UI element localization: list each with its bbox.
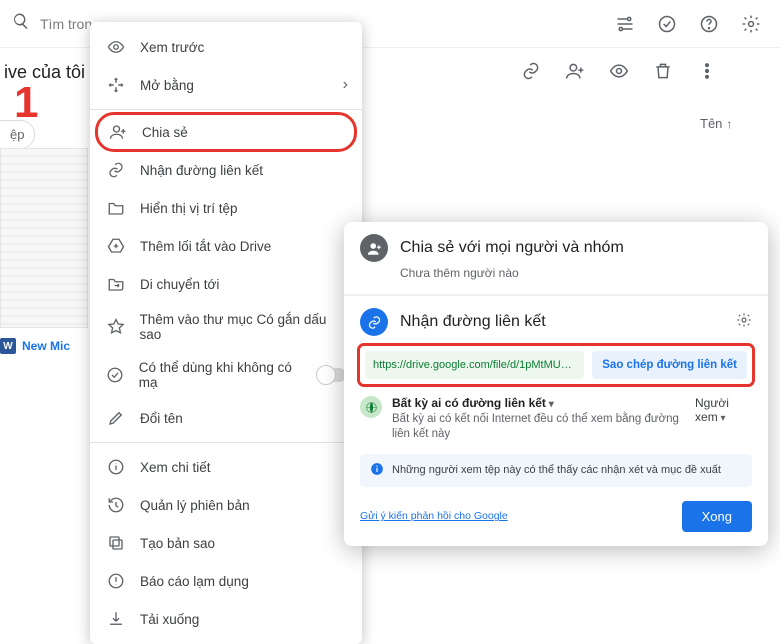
context-menu: Xem trước Mở bằng › Chia sẻ Nhận đường liên … [90,22,362,644]
step-badge-1: 1 [14,78,38,128]
share-url[interactable]: https://drive.google.com/file/d/1pMtMUeu… [365,351,584,379]
ctx-item-pencil[interactable]: Đổi tên [90,399,362,437]
link-round-icon [360,308,388,336]
copy-icon [106,533,126,553]
share-subtitle: Chưa thêm người nào [400,266,752,280]
search-icon [12,12,30,35]
chevron-right-icon: › [343,76,348,94]
download-icon [106,609,126,629]
ctx-label: Di chuyển tới [140,277,219,292]
ctx-label: Báo cáo lạm dụng [140,574,249,589]
offline-icon [106,365,125,385]
feedback-link[interactable]: Gửi ý kiến phản hồi cho Google [360,510,508,522]
ctx-item-report[interactable]: Báo cáo lạm dụng [90,562,362,600]
ctx-item-person-add[interactable]: Chia sẻ [98,115,354,149]
column-header-name[interactable]: Tên [700,116,732,131]
ctx-label: Xem trước [140,40,204,55]
info-icon [106,457,126,477]
history-icon [106,495,126,515]
link-icon [106,160,126,180]
ctx-item-offline[interactable]: Có thể dùng khi không có mạ [90,351,362,399]
permission-desc: Bất kỳ ai có kết nối Internet đều có thể… [392,412,685,442]
info-icon [370,462,384,479]
settings-icon[interactable] [740,13,762,35]
share-title: Chia sẻ với mọi người và nhóm [400,239,624,257]
share-dialog: Chia sẻ với mọi người và nhóm Chưa thêm … [344,222,768,546]
search-input[interactable]: Tìm tron [40,16,92,32]
ctx-label: Thêm lối tắt vào Drive [140,239,271,254]
drive-add-icon [106,236,126,256]
trash-icon[interactable] [652,60,674,82]
folder-icon [106,198,126,218]
done-button[interactable]: Xong [682,501,752,532]
word-icon: W [0,338,16,354]
ready-offline-icon[interactable] [656,13,678,35]
link-row-highlight: https://drive.google.com/file/d/1pMtMUeu… [360,346,752,384]
move-icon [106,274,126,294]
share-person-icon[interactable] [564,60,586,82]
ctx-item-eye[interactable]: Xem trước [90,28,362,66]
link-title: Nhận đường liên kết [400,313,546,331]
ctx-label: Chia sẻ [142,125,188,140]
file-thumbnail[interactable] [0,148,88,328]
ctx-item-star[interactable]: Thêm vào thư mục Có gắn dấu sao [90,303,362,351]
ctx-item-open-with[interactable]: Mở bằng › [90,66,362,104]
person-add-icon [108,122,128,142]
ctx-item-link[interactable]: Nhận đường liên kết [90,151,362,189]
ctx-label: Tạo bản sao [140,536,215,551]
role-selector[interactable]: Người xem [695,396,752,424]
ctx-label: Có thể dùng khi không có mạ [139,360,304,390]
ctx-item-history[interactable]: Quản lý phiên bản [90,486,362,524]
globe-icon [360,396,382,418]
ctx-label: Hiển thị vị trí tệp [140,201,238,216]
file-name-row[interactable]: W New Mic [0,338,70,354]
report-icon [106,571,126,591]
pencil-icon [106,408,126,428]
filter-icon[interactable] [614,13,636,35]
file-name: New Mic [22,339,70,353]
ctx-item-info[interactable]: Xem chi tiết [90,448,362,486]
ctx-item-copy[interactable]: Tạo bản sao [90,524,362,562]
ctx-label: Đổi tên [140,411,183,426]
ctx-item-download[interactable]: Tải xuống [90,600,362,638]
help-icon[interactable] [698,13,720,35]
copy-link-button[interactable]: Sao chép đường liên kết [592,351,747,379]
ctx-label: Mở bằng [140,78,194,93]
ctx-label: Quản lý phiên bản [140,498,250,513]
ctx-label: Xem chi tiết [140,460,211,475]
permission-scope[interactable]: Bất kỳ ai có đường liên kết [392,396,554,410]
ctx-label: Nhận đường liên kết [140,163,263,178]
star-icon [106,317,125,337]
open-with-icon [106,75,126,95]
ctx-label: Tải xuống [140,612,199,627]
people-icon [360,234,388,262]
get-link-icon[interactable] [520,60,542,82]
eye-icon [106,37,126,57]
ctx-item-folder[interactable]: Hiển thị vị trí tệp [90,189,362,227]
ctx-item-drive-add[interactable]: Thêm lối tắt vào Drive [90,227,362,265]
viewer-note: Những người xem tệp này có thể thấy các … [392,464,721,476]
more-icon[interactable] [696,60,718,82]
ctx-item-move[interactable]: Di chuyển tới [90,265,362,303]
link-settings-icon[interactable] [736,312,752,333]
offline-toggle[interactable] [318,368,346,382]
preview-icon[interactable] [608,60,630,82]
ctx-label: Thêm vào thư mục Có gắn dấu sao [139,312,346,342]
